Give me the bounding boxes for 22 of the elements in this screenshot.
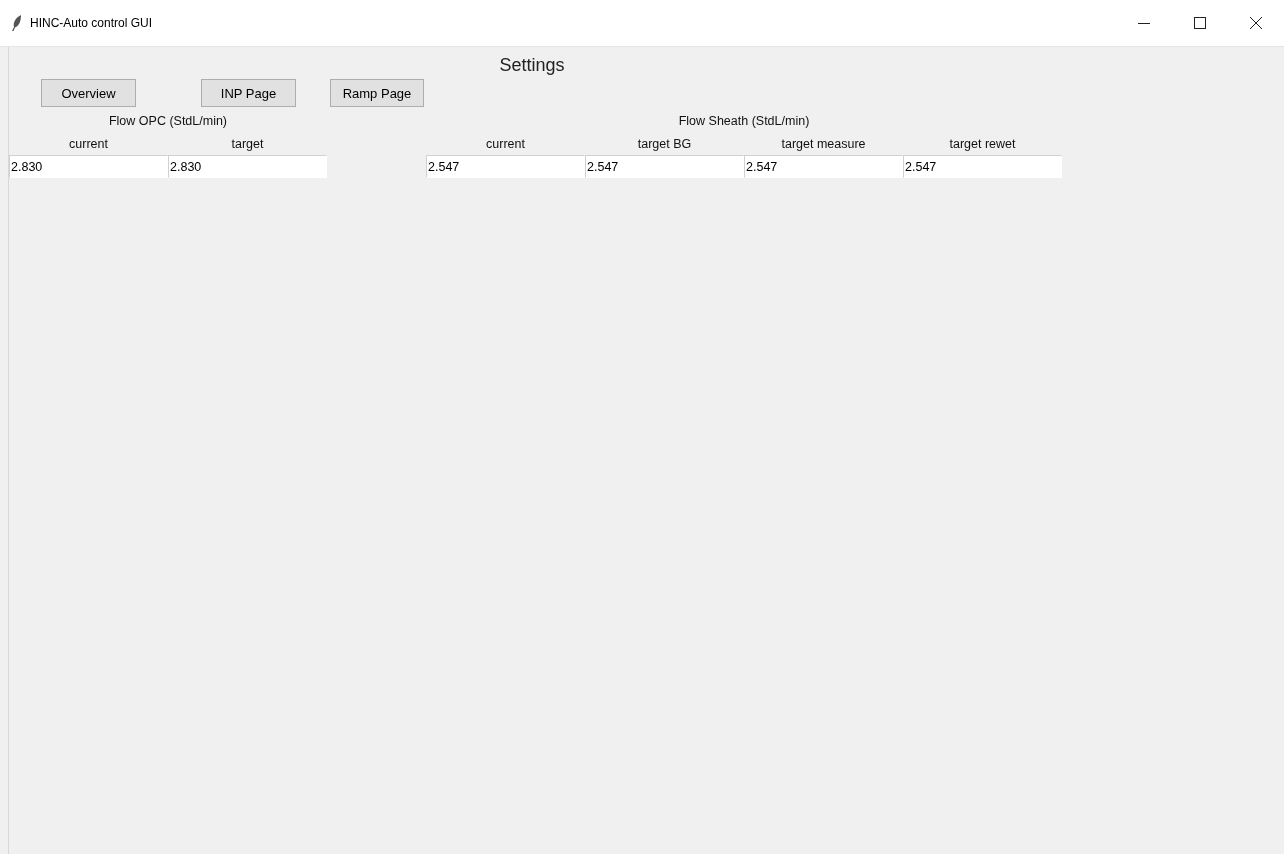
feather-icon xyxy=(12,15,22,31)
input-field[interactable]: 2.547 xyxy=(585,155,744,178)
field-label: current xyxy=(68,136,109,153)
group-title: Flow Sheath (StdL/min) xyxy=(677,113,811,130)
group-title: Flow OPC (StdL/min) xyxy=(107,113,229,130)
nav-button[interactable]: Ramp Page xyxy=(330,79,424,107)
input-field[interactable]: 2.830 xyxy=(168,155,327,178)
field-label: target xyxy=(230,136,265,153)
field-label: target measure xyxy=(780,136,867,153)
nav-button[interactable]: INP Page xyxy=(201,79,296,107)
input-field[interactable]: 2.547 xyxy=(744,155,903,178)
maximize-icon xyxy=(1194,17,1206,29)
close-icon xyxy=(1250,17,1262,29)
input-field[interactable]: 2.547 xyxy=(426,155,585,178)
input-field[interactable]: 2.830 xyxy=(9,155,168,178)
window-title: HINC-Auto control GUI xyxy=(30,16,153,30)
nav-button[interactable]: Overview xyxy=(41,79,136,107)
page-heading: Settings xyxy=(498,55,566,76)
field-label: target BG xyxy=(636,136,693,153)
field-label: current xyxy=(485,136,526,153)
field-label: target rewet xyxy=(948,136,1017,153)
input-field[interactable]: 2.547 xyxy=(903,155,1062,178)
